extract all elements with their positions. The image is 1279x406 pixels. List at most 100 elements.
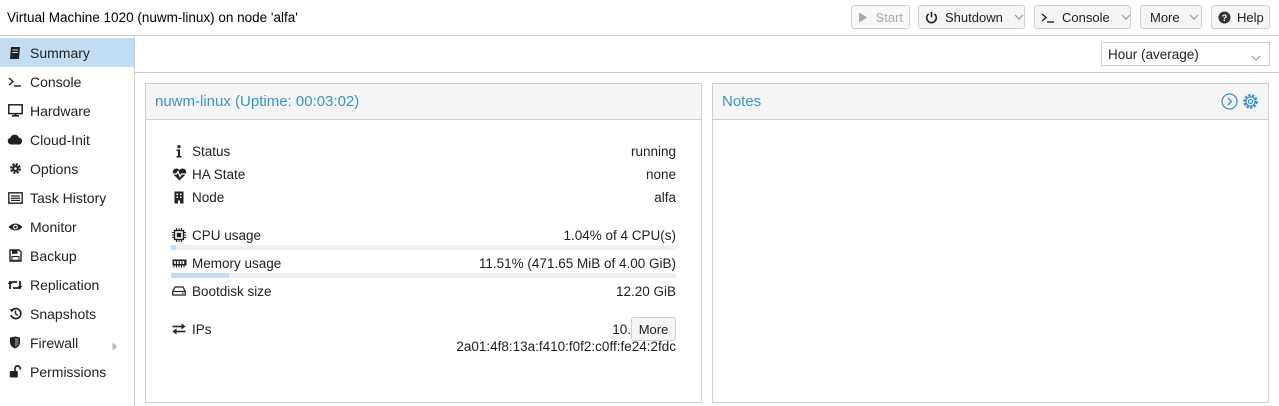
book-icon bbox=[7, 45, 23, 61]
shield-icon bbox=[7, 335, 23, 351]
sidebar-item-label: Task History bbox=[30, 189, 107, 206]
sidebar-item-label: Snapshots bbox=[30, 305, 97, 322]
play-icon bbox=[858, 12, 869, 23]
cpu-usage-row: CPU usage 1.04% of 4 CPU(s) bbox=[171, 225, 676, 245]
notes-panel-header: Notes bbox=[713, 84, 1268, 120]
node-row: Node alfa bbox=[171, 187, 676, 207]
console-label: Console bbox=[1062, 9, 1110, 25]
expand-arrow-icon[interactable] bbox=[112, 338, 118, 354]
help-label: Help bbox=[1237, 9, 1264, 25]
sidebar-item-label: Hardware bbox=[30, 102, 91, 119]
info-icon bbox=[171, 143, 187, 159]
ips-more-button[interactable]: More bbox=[631, 317, 676, 341]
start-label: Start bbox=[875, 9, 903, 25]
console-button[interactable]: Console bbox=[1034, 5, 1131, 29]
sidebar-item-monitor[interactable]: Monitor bbox=[0, 212, 134, 241]
sidebar-item-backup[interactable]: Backup bbox=[0, 241, 134, 270]
unlock-icon bbox=[7, 364, 23, 380]
floppy-icon bbox=[7, 248, 23, 264]
sidebar-item-label: Console bbox=[30, 73, 82, 90]
chevron-down-icon[interactable] bbox=[1014, 12, 1024, 22]
status-panel-header: nuwm-linux (Uptime: 00:03:02) bbox=[146, 84, 701, 120]
node-label: Node bbox=[192, 189, 225, 205]
sidebar-item-console[interactable]: Console bbox=[0, 67, 134, 96]
power-icon bbox=[925, 11, 938, 24]
sidebar-item-label: Cloud-Init bbox=[30, 131, 90, 148]
summary-toolbar: Hour (average) bbox=[135, 36, 1279, 73]
more-menu-button[interactable]: More bbox=[1140, 5, 1202, 29]
ips-label: IPs bbox=[192, 321, 212, 337]
ha-state-label: HA State bbox=[192, 166, 246, 182]
cpu-usage-label: CPU usage bbox=[192, 227, 262, 243]
sidebar-item-label: Replication bbox=[30, 276, 100, 293]
sidebar-item-label: Summary bbox=[30, 44, 90, 61]
help-button[interactable]: ? Help bbox=[1211, 5, 1270, 29]
bootdisk-label: Bootdisk size bbox=[192, 283, 272, 299]
hdd-icon bbox=[171, 283, 187, 299]
status-row: Status running bbox=[171, 141, 676, 161]
top-bar: Virtual Machine 1020 (nuwm-linux) on nod… bbox=[0, 0, 1279, 36]
ha-state-value: none bbox=[645, 166, 676, 182]
cpu-usage-bar bbox=[171, 245, 676, 250]
start-button[interactable]: Start bbox=[851, 5, 910, 29]
chevron-down-icon[interactable] bbox=[1251, 49, 1261, 64]
sidebar-item-cloud-init[interactable]: Cloud-Init bbox=[0, 125, 134, 154]
status-panel: nuwm-linux (Uptime: 00:03:02) Status run… bbox=[145, 83, 702, 403]
expand-circle-icon[interactable] bbox=[1221, 93, 1238, 114]
sidebar: Summary Console Hardware Cloud-Init Opti… bbox=[0, 36, 135, 406]
memory-usage-label: Memory usage bbox=[192, 255, 282, 271]
notes-panel: Notes bbox=[712, 83, 1269, 403]
notes-content[interactable] bbox=[713, 121, 1268, 402]
terminal-icon bbox=[1041, 12, 1055, 23]
list-icon bbox=[7, 190, 23, 206]
sidebar-item-label: Permissions bbox=[30, 363, 107, 380]
shutdown-button[interactable]: Shutdown bbox=[918, 5, 1025, 29]
chevron-down-icon[interactable] bbox=[1121, 12, 1131, 22]
memory-icon bbox=[171, 255, 187, 271]
cpu-usage-value: 1.04% of 4 CPU(s) bbox=[563, 227, 676, 243]
sidebar-item-label: Firewall bbox=[30, 334, 79, 351]
building-icon bbox=[171, 189, 187, 205]
gear-icon[interactable] bbox=[1242, 93, 1259, 114]
sidebar-item-label: Backup bbox=[30, 247, 77, 264]
sidebar-item-options[interactable]: Options bbox=[0, 154, 134, 183]
page-title: Virtual Machine 1020 (nuwm-linux) on nod… bbox=[7, 10, 298, 25]
question-circle-icon: ? bbox=[1218, 11, 1231, 24]
cpu-usage-bar-fill bbox=[171, 245, 177, 250]
bootdisk-row: Bootdisk size 12.20 GiB bbox=[171, 281, 676, 301]
ha-state-row: HA State none bbox=[171, 164, 676, 184]
sidebar-item-label: Options bbox=[30, 160, 79, 177]
notes-panel-title: Notes bbox=[722, 93, 762, 110]
sidebar-item-summary[interactable]: Summary bbox=[0, 38, 134, 67]
terminal-icon bbox=[7, 74, 23, 90]
history-icon bbox=[7, 306, 23, 322]
heartbeat-icon bbox=[171, 166, 187, 182]
svg-text:?: ? bbox=[1222, 13, 1228, 23]
exchange-icon bbox=[171, 321, 187, 337]
memory-usage-row: Memory usage 11.51% (471.65 MiB of 4.00 … bbox=[171, 253, 676, 273]
eye-icon bbox=[7, 219, 23, 235]
sidebar-item-firewall[interactable]: Firewall bbox=[0, 328, 134, 357]
timeframe-select[interactable]: Hour (average) bbox=[1101, 42, 1270, 66]
status-panel-title: nuwm-linux (Uptime: 00:03:02) bbox=[155, 93, 360, 110]
memory-usage-bar bbox=[171, 273, 676, 278]
retweet-icon bbox=[7, 277, 23, 293]
status-value: running bbox=[630, 143, 676, 159]
ip-v6-row: 2a01:4f8:13a:f410:f0f2:c0ff:fe24:2fdc bbox=[171, 336, 676, 356]
desktop-icon bbox=[7, 103, 23, 119]
bootdisk-value: 12.20 GiB bbox=[615, 283, 676, 299]
node-value: alfa bbox=[654, 189, 676, 205]
shutdown-label: Shutdown bbox=[945, 9, 1003, 25]
sidebar-item-permissions[interactable]: Permissions bbox=[0, 357, 134, 386]
chevron-down-icon bbox=[1189, 12, 1199, 22]
sidebar-item-task-history[interactable]: Task History bbox=[0, 183, 134, 212]
cloud-icon bbox=[7, 132, 23, 148]
more-label: More bbox=[1150, 9, 1180, 25]
status-label: Status bbox=[192, 143, 231, 159]
sidebar-item-snapshots[interactable]: Snapshots bbox=[0, 299, 134, 328]
sidebar-item-replication[interactable]: Replication bbox=[0, 270, 134, 299]
sidebar-item-label: Monitor bbox=[30, 218, 77, 235]
memory-usage-value: 11.51% (471.65 MiB of 4.00 GiB) bbox=[478, 255, 676, 271]
sidebar-item-hardware[interactable]: Hardware bbox=[0, 96, 134, 125]
gear-icon bbox=[7, 161, 23, 177]
